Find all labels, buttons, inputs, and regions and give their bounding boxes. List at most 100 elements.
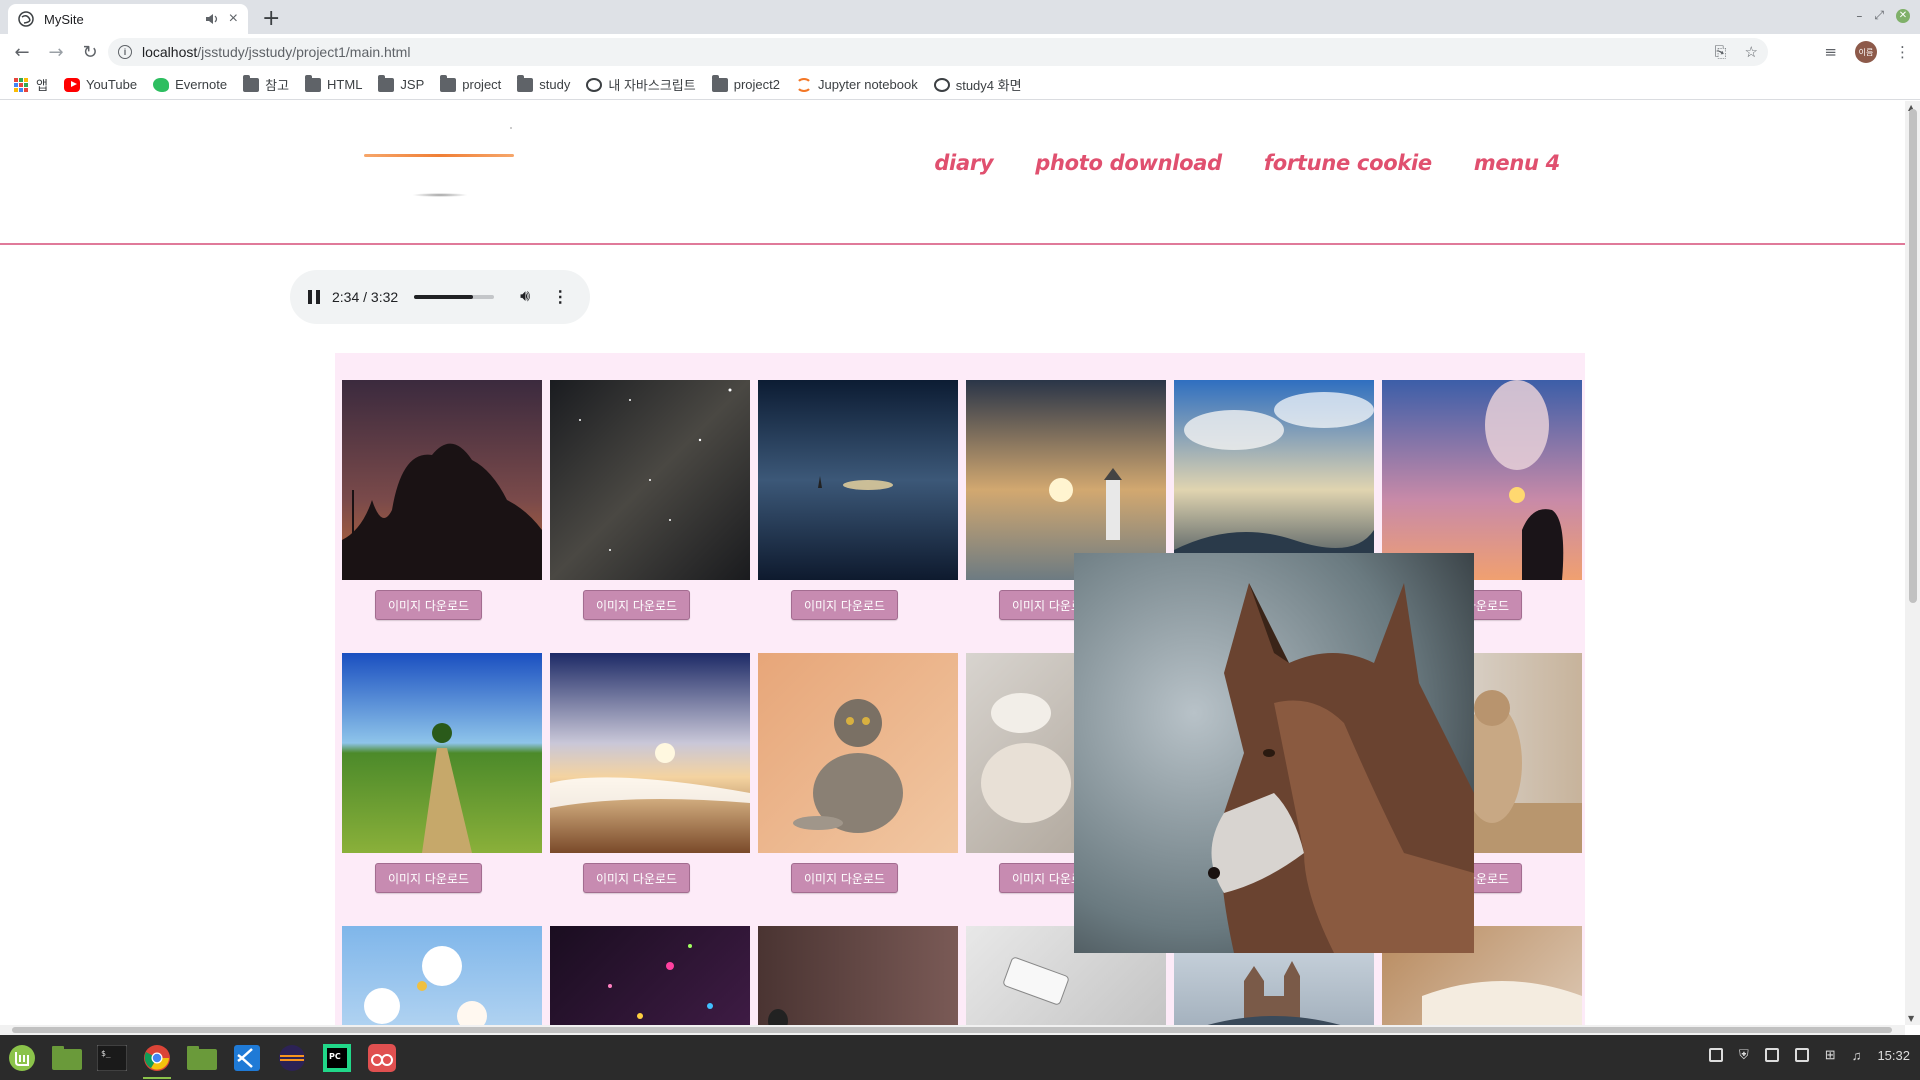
sound-icon[interactable]: ♫	[1852, 1048, 1862, 1063]
scroll-thumb[interactable]	[1909, 109, 1917, 603]
bookmark-label: JSP	[400, 77, 425, 92]
nav-diary[interactable]: diary	[934, 151, 993, 175]
photo-sky-lantern[interactable]	[1382, 380, 1582, 580]
pycharm-icon: PC	[323, 1043, 351, 1072]
folder-icon	[440, 74, 457, 92]
download-button[interactable]: 이미지 다운로드	[791, 863, 898, 893]
gallery-item-night-sky: 이미지 다운로드	[342, 380, 542, 620]
photo-space-lake[interactable]	[758, 380, 958, 580]
vscode-icon	[234, 1044, 260, 1071]
site-logo[interactable]	[360, 121, 520, 201]
pause-icon[interactable]	[308, 290, 320, 304]
bookmark-label: 내 자바스크립트	[608, 78, 696, 93]
tab-close-icon[interactable]: ×	[229, 10, 238, 28]
photo-lighthouse[interactable]	[966, 380, 1166, 580]
gallery-item-sky-lantern: 이미지 다운로드	[1382, 380, 1582, 620]
bookmark-folder[interactable]: study	[517, 74, 570, 92]
folder-icon	[711, 74, 728, 92]
gallery-item-green-field: 이미지 다운로드	[342, 653, 542, 893]
download-button[interactable]: 이미지 다운로드	[583, 863, 690, 893]
photo-beach-sunset[interactable]	[550, 653, 750, 853]
tab-title: MySite	[44, 11, 84, 27]
keyboard-icon[interactable]	[1709, 1048, 1724, 1062]
bookmarks-bar: 앱 YouTube Evernote 참고 HTML JSP project s…	[0, 70, 1920, 100]
clipboard-icon[interactable]	[1764, 1048, 1779, 1062]
media-control-icon[interactable]: ≡	[1824, 43, 1837, 61]
nav-fortune-cookie[interactable]: fortune cookie	[1264, 151, 1432, 175]
audio-progress-slider[interactable]	[414, 295, 495, 299]
gallery-item-cloud-sky: 이미지 다운로드	[1174, 380, 1374, 620]
photo-green-field[interactable]	[342, 653, 542, 853]
photo-milky-way[interactable]	[550, 380, 750, 580]
taskbar-files-2[interactable]	[184, 1040, 220, 1076]
taskbar-pycharm[interactable]: PC	[319, 1040, 355, 1076]
site-header: diary photo download fortune cookie menu…	[0, 101, 1905, 245]
youtube-icon	[63, 77, 80, 92]
scroll-down-icon[interactable]: ▼	[1908, 1014, 1914, 1023]
horizontal-scrollbar[interactable]	[0, 1025, 1905, 1035]
photo-preview-fox[interactable]	[1074, 553, 1474, 953]
system-tray: ⛨ ⊞ ♫ 15:32	[1709, 1047, 1910, 1063]
scroll-thumb-horizontal[interactable]	[12, 1027, 1892, 1033]
avatar[interactable]: 이름	[1855, 41, 1877, 63]
speaker-icon[interactable]	[205, 13, 219, 25]
apps-icon	[14, 77, 30, 92]
download-button[interactable]: 이미지 다운로드	[375, 590, 482, 620]
download-button[interactable]: 이미지 다운로드	[791, 590, 898, 620]
menu-kebab-icon[interactable]: ⋮	[1895, 43, 1910, 61]
bookmark-jupyter[interactable]: Jupyter notebook	[795, 77, 918, 92]
bookmark-evernote[interactable]: Evernote	[153, 77, 227, 92]
new-tab-button[interactable]: +	[262, 6, 280, 31]
gallery-item-space-lake: 이미지 다운로드	[758, 380, 958, 620]
taskbar-terminal[interactable]: $_	[94, 1040, 130, 1076]
logo-bar	[364, 154, 514, 157]
photo-cloud-sky[interactable]	[1174, 380, 1374, 580]
bookmark-apps[interactable]: 앱	[14, 75, 48, 94]
photo-dark-portrait[interactable]	[758, 926, 958, 1025]
update-icon[interactable]	[1794, 1048, 1809, 1062]
back-button[interactable]: ←	[6, 36, 38, 68]
photo-night-trees[interactable]	[342, 380, 542, 580]
forward-button[interactable]: →	[40, 36, 72, 68]
bookmark-link[interactable]: study4 화면	[933, 75, 1022, 94]
bookmark-folder[interactable]: HTML	[305, 74, 362, 92]
more-options-icon[interactable]: ⋮	[552, 287, 568, 307]
taskbar-chrome[interactable]	[139, 1040, 175, 1079]
taskbar-eclipse[interactable]	[274, 1040, 310, 1076]
clock[interactable]: 15:32	[1877, 1048, 1910, 1063]
bookmark-link[interactable]: 내 자바스크립트	[586, 75, 696, 94]
minimize-icon[interactable]: –	[1856, 9, 1862, 23]
vertical-scrollbar[interactable]: ▲ ▼	[1905, 101, 1920, 1025]
bookmark-folder[interactable]: 참고	[243, 74, 289, 94]
linux-mint-icon	[9, 1044, 35, 1071]
download-button[interactable]: 이미지 다운로드	[375, 863, 482, 893]
bookmark-youtube[interactable]: YouTube	[63, 77, 137, 92]
mint-menu-button[interactable]	[4, 1040, 40, 1076]
photo-white-flowers[interactable]	[342, 926, 542, 1025]
taskbar-files[interactable]	[49, 1040, 85, 1076]
gallery-item-confetti	[550, 926, 750, 1025]
maximize-icon[interactable]: ⤢	[1874, 8, 1884, 23]
address-bar[interactable]: i localhost/jsstudy/jsstudy/project1/mai…	[108, 38, 1768, 66]
network-icon[interactable]: ⊞	[1825, 1047, 1836, 1063]
translate-icon[interactable]: ⎘	[1715, 44, 1727, 61]
bookmark-folder[interactable]: JSP	[378, 74, 425, 92]
bookmark-folder[interactable]: project	[440, 74, 501, 92]
taskbar-vscode[interactable]	[229, 1040, 265, 1076]
volume-icon[interactable]: 🔊︎	[520, 288, 530, 306]
globe-icon	[586, 77, 603, 92]
photo-sitting-cat[interactable]	[758, 653, 958, 853]
omnibox-actions: ⎘ ☆	[1715, 43, 1758, 62]
photo-confetti[interactable]	[550, 926, 750, 1025]
taskbar-app[interactable]	[364, 1040, 400, 1076]
download-button[interactable]: 이미지 다운로드	[583, 590, 690, 620]
nav-menu-4[interactable]: menu 4	[1474, 151, 1560, 175]
bookmark-folder[interactable]: project2	[711, 74, 780, 92]
info-icon[interactable]: i	[118, 45, 132, 59]
tab-mysite[interactable]: MySite ×	[8, 4, 248, 34]
close-window-icon[interactable]: ✕	[1896, 8, 1910, 23]
bookmark-star-icon[interactable]: ☆	[1745, 43, 1758, 61]
reload-button[interactable]: ↻	[74, 36, 106, 68]
nav-photo-download[interactable]: photo download	[1035, 151, 1222, 175]
shield-icon[interactable]: ⛨	[1739, 1047, 1749, 1063]
